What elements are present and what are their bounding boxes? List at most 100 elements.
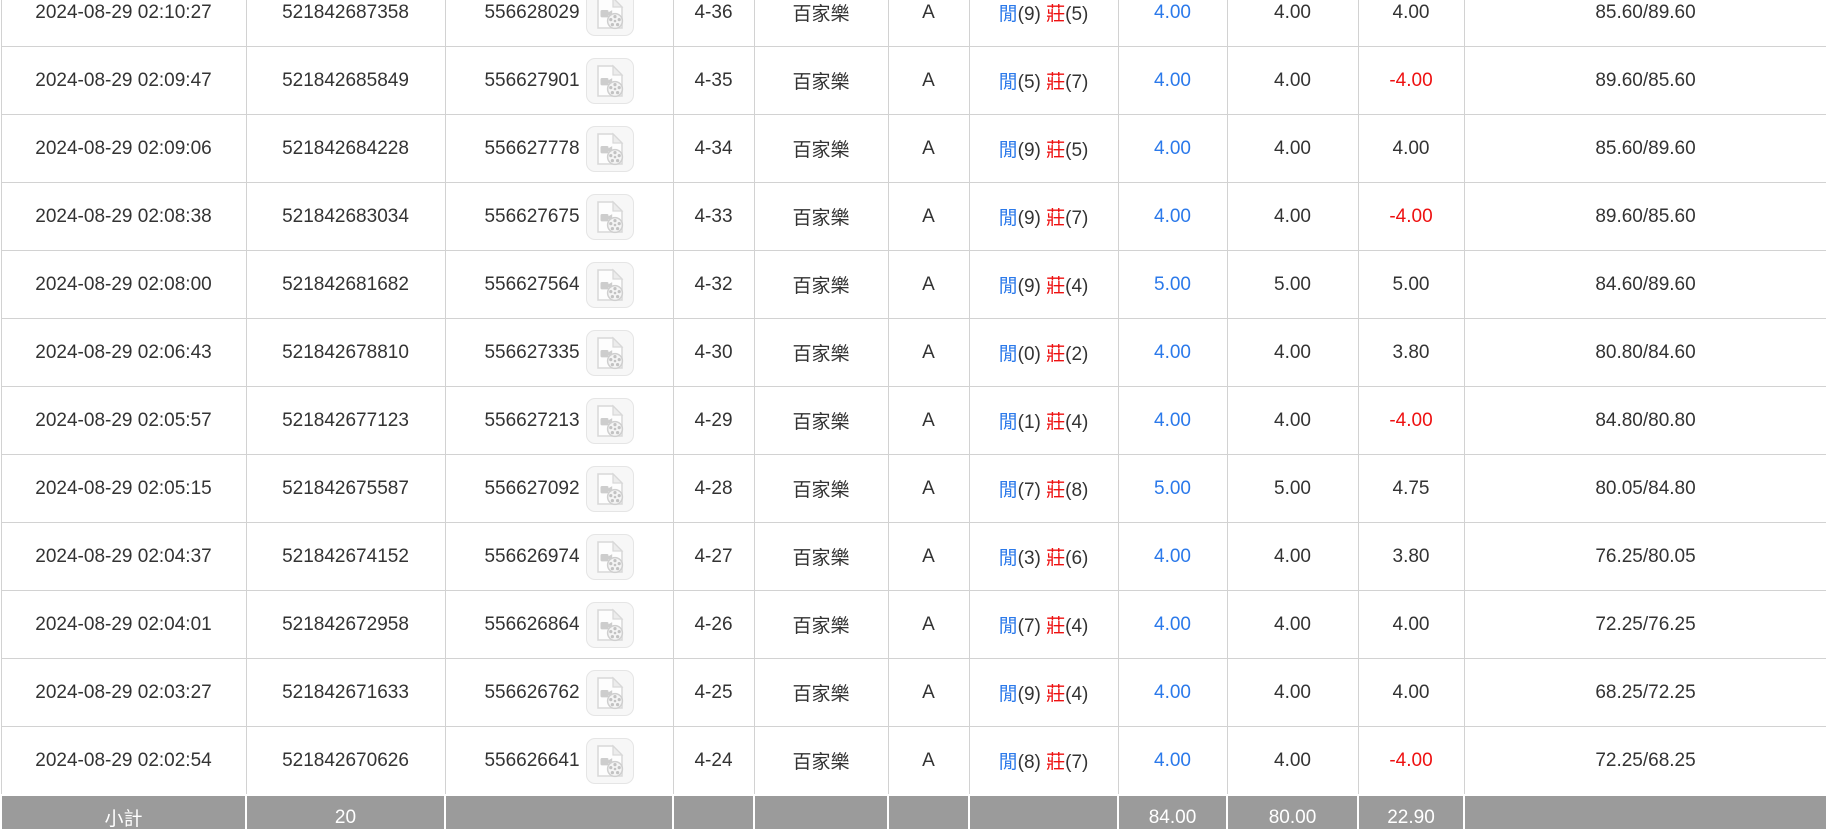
round-id: 556627564 <box>484 274 579 296</box>
table-code-cell: A <box>888 115 969 183</box>
win-loss-cell: 4.00 <box>1358 115 1464 183</box>
video-replay-button[interactable] <box>586 0 634 36</box>
bet-amount-cell: 5.00 <box>1118 455 1227 523</box>
win-loss-cell: -4.00 <box>1358 47 1464 115</box>
game-name: 百家樂 <box>792 140 849 161</box>
game-name: 百家樂 <box>792 72 849 93</box>
table-code-cell: A <box>888 183 969 251</box>
bet-amount-link[interactable]: 4.00 <box>1154 614 1191 635</box>
bet-id-cell: 521842675587 <box>246 455 445 523</box>
shoe-round: 4-30 <box>694 342 732 363</box>
subtotal-win-total: 22.90 <box>1358 795 1464 829</box>
balance-cell: 80.80/84.60 <box>1464 319 1826 387</box>
bet-record-row: 2024-08-29 02:04:01 521842672958 5566268… <box>1 591 1826 659</box>
bet-amount-link[interactable]: 4.00 <box>1154 546 1191 567</box>
game-name: 百家樂 <box>792 412 849 433</box>
round-id-cell: 556627335 <box>445 319 673 387</box>
player-result-label: 閒 <box>999 752 1018 773</box>
player-result-label: 閒 <box>999 208 1018 229</box>
video-file-icon <box>593 335 627 371</box>
balance-cell: 85.60/89.60 <box>1464 115 1826 183</box>
bet-id: 521842685849 <box>282 70 409 91</box>
round-id-cell: 556627092 <box>445 455 673 523</box>
video-replay-button[interactable] <box>586 670 634 716</box>
bet-record-row: 2024-08-29 02:09:47 521842685849 5566279… <box>1 47 1826 115</box>
bet-amount-link[interactable]: 4.00 <box>1154 410 1191 431</box>
player-result-score: (8) <box>1018 752 1041 773</box>
video-replay-button[interactable] <box>586 126 634 172</box>
banker-result-score: (4) <box>1065 684 1088 705</box>
bet-amount-cell: 4.00 <box>1118 659 1227 727</box>
round-id-cell: 556627778 <box>445 115 673 183</box>
video-replay-button[interactable] <box>586 194 634 240</box>
bet-time-cell: 2024-08-29 02:06:43 <box>1 319 246 387</box>
video-replay-button[interactable] <box>586 398 634 444</box>
video-replay-button[interactable] <box>586 738 634 784</box>
round-id: 556627901 <box>484 70 579 92</box>
video-replay-button[interactable] <box>586 466 634 512</box>
bet-amount-link[interactable]: 5.00 <box>1154 478 1191 499</box>
banker-result-score: (8) <box>1065 480 1088 501</box>
shoe-round: 4-25 <box>694 682 732 703</box>
bet-amount-link[interactable]: 4.00 <box>1154 138 1191 159</box>
shoe-round-cell: 4-29 <box>673 387 754 455</box>
table-code-cell: A <box>888 319 969 387</box>
win-loss-cell: -4.00 <box>1358 387 1464 455</box>
round-id: 556627335 <box>484 342 579 364</box>
subtotal-empty-table <box>888 795 969 829</box>
bet-amount-link[interactable]: 4.00 <box>1154 750 1191 771</box>
win-loss-value: 4.00 <box>1393 614 1430 635</box>
bet-time: 2024-08-29 02:05:57 <box>35 410 211 431</box>
game-cell: 百家樂 <box>754 591 888 659</box>
table-code-cell: A <box>888 591 969 659</box>
player-result-score: (1) <box>1018 412 1041 433</box>
video-file-icon <box>593 0 627 31</box>
bet-amount-link[interactable]: 4.00 <box>1154 342 1191 363</box>
round-id-cell: 556626641 <box>445 727 673 796</box>
win-loss-cell: 5.00 <box>1358 251 1464 319</box>
valid-bet: 4.00 <box>1274 614 1311 635</box>
video-replay-button[interactable] <box>586 58 634 104</box>
bet-id-cell: 521842670626 <box>246 727 445 796</box>
bet-time-cell: 2024-08-29 02:02:54 <box>1 727 246 796</box>
video-replay-button[interactable] <box>586 602 634 648</box>
bet-amount-link[interactable]: 4.00 <box>1154 2 1191 23</box>
banker-result-score: (7) <box>1065 752 1088 773</box>
shoe-round: 4-34 <box>694 138 732 159</box>
bet-amount-cell: 4.00 <box>1118 183 1227 251</box>
bet-record-row: 2024-08-29 02:04:37 521842674152 5566269… <box>1 523 1826 591</box>
valid-bet-cell: 4.00 <box>1227 47 1358 115</box>
bet-amount-link[interactable]: 4.00 <box>1154 682 1191 703</box>
bet-id-cell: 521842674152 <box>246 523 445 591</box>
video-replay-button[interactable] <box>586 534 634 580</box>
bet-id: 521842681682 <box>282 274 409 295</box>
valid-bet: 5.00 <box>1274 274 1311 295</box>
valid-bet-cell: 5.00 <box>1227 251 1358 319</box>
bet-time: 2024-08-29 02:03:27 <box>35 682 211 703</box>
video-replay-button[interactable] <box>586 262 634 308</box>
bet-history-panel: 2024-08-29 02:10:27 521842687358 5566280… <box>0 0 1826 829</box>
bet-amount-link[interactable]: 5.00 <box>1154 274 1191 295</box>
valid-bet: 4.00 <box>1274 682 1311 703</box>
bet-time: 2024-08-29 02:10:27 <box>35 2 211 23</box>
banker-result-score: (7) <box>1065 208 1088 229</box>
bet-amount-link[interactable]: 4.00 <box>1154 206 1191 227</box>
balance-cell: 72.25/68.25 <box>1464 727 1826 796</box>
bet-amount-link[interactable]: 4.00 <box>1154 70 1191 91</box>
shoe-round-cell: 4-30 <box>673 319 754 387</box>
player-result-score: (0) <box>1018 344 1041 365</box>
bet-id-cell: 521842683034 <box>246 183 445 251</box>
bet-amount-cell: 5.00 <box>1118 251 1227 319</box>
subtotal-empty-balance <box>1464 795 1826 829</box>
round-id-cell: 556627564 <box>445 251 673 319</box>
video-replay-button[interactable] <box>586 330 634 376</box>
banker-result-score: (7) <box>1065 72 1088 93</box>
bet-id-cell: 521842678810 <box>246 319 445 387</box>
result-cell: 閒(9) 莊(7) <box>969 183 1118 251</box>
shoe-round-cell: 4-36 <box>673 0 754 47</box>
game-name: 百家樂 <box>792 548 849 569</box>
valid-bet-cell: 5.00 <box>1227 455 1358 523</box>
balance-cell: 85.60/89.60 <box>1464 0 1826 47</box>
balance-cell: 89.60/85.60 <box>1464 183 1826 251</box>
video-file-icon <box>593 675 627 711</box>
